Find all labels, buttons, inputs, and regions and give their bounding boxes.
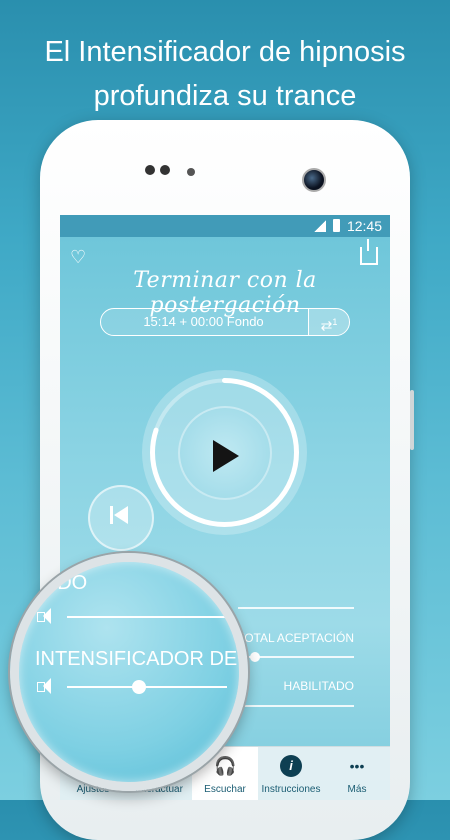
favorite-heart-icon[interactable]: ♡ [70,247,86,268]
tab-label-escuchar: Escuchar [204,784,246,795]
enhancer-volume-icon [37,678,55,694]
skip-back-icon[interactable] [110,506,128,524]
enhancer-volume-slider[interactable] [67,686,227,688]
battery-icon [333,219,340,232]
tab-label-instrucciones: Instrucciones [261,784,321,795]
repeat-count: 1 [332,317,338,327]
enhancer-label: INTENSIFICADOR DE HIPNO [35,648,239,670]
headphones-icon: 🎧 [214,756,237,776]
tab-label-mas: Más [347,784,367,795]
headline-line-1: El Intensificador de hipnosis [44,36,406,68]
more-icon: ••• [349,758,365,774]
magnifier-lens: FONDO INTENSIFICADOR DE HIPNO [10,553,248,791]
enabled-label: HABILITADO [283,679,354,693]
enhancer-slider-knob[interactable] [132,680,146,694]
fondo-line [238,607,354,609]
front-camera [302,168,326,192]
total-slider-knob[interactable] [250,652,260,662]
tab-instrucciones[interactable]: i Instrucciones [258,747,324,800]
info-icon: i [280,755,302,777]
share-icon[interactable] [360,239,378,265]
signal-icon [314,220,326,232]
fondo-volume-icon [37,608,55,624]
status-bar: 12:45 [60,215,390,237]
enabled-line [238,705,354,707]
side-button [410,390,414,450]
repeat-icon: ⇄ [320,317,333,334]
headline: El Intensificador de hipnosis profundiza… [0,30,450,118]
earpiece [145,165,170,175]
sensor [187,168,195,176]
fondo-label: FONDO [15,572,88,594]
tab-mas[interactable]: ••• Más [324,747,390,800]
headline-line-2: profundiza su trance [93,80,357,112]
status-time: 12:45 [346,218,382,234]
time-display: 15:14 + 00:00 Fondo [143,314,264,329]
repeat-button[interactable]: ⇄1 [308,309,349,335]
time-display-bar: 15:14 + 00:00 Fondo ⇄1 [100,308,350,336]
fondo-volume-slider[interactable] [67,616,227,618]
total-aceptacion-label: TOTAL ACEPTACIÓN [237,631,354,645]
play-icon[interactable] [213,440,239,472]
